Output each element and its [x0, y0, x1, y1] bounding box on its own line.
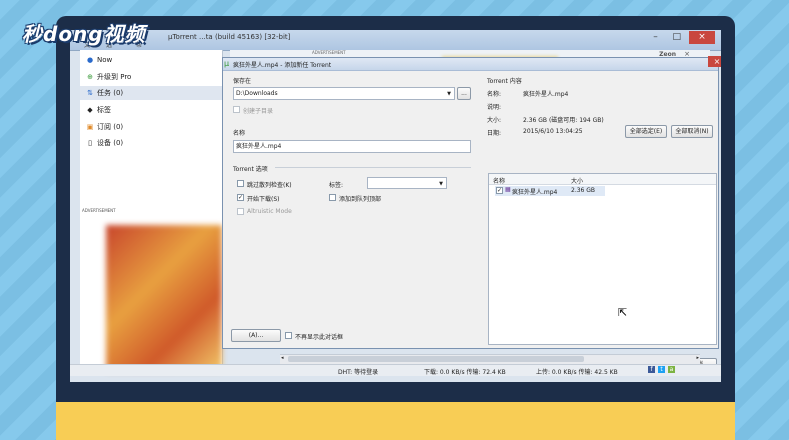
- sidebar: ● Now ⊕ 升级到 Pro ⇅ 任务 (0) ◆ 标签 ▣ 订阅 (0) ▯ 设备 (0…: [80, 50, 223, 371]
- utorrent-icon: µ: [224, 59, 230, 68]
- file-list: 名称 大小 ✓ ▦ 疯狂外星人.mp4 2.36 GB: [488, 173, 717, 345]
- chevron-down-icon: ▼: [447, 91, 451, 97]
- top-ad-label: ADVERTISEMENT: [312, 50, 346, 55]
- info-name-value: 疯狂外星人.mp4: [523, 91, 569, 98]
- upload-status: 上传: 0.0 KB/s 传输: 42.5 KB: [536, 369, 618, 376]
- info-name-key: 名称:: [487, 91, 502, 98]
- no-show-label: 不再显示此对话框: [295, 334, 344, 341]
- file-list-header: 名称 大小: [489, 174, 716, 185]
- tag-select[interactable]: ▼: [367, 177, 447, 189]
- maximize-button[interactable]: □: [668, 31, 686, 44]
- save-in-label: 保存在: [233, 78, 252, 85]
- file-row[interactable]: ✓ ▦ 疯狂外星人.mp4 2.36 GB: [495, 186, 605, 196]
- advanced-button[interactable]: (A)...: [231, 329, 281, 342]
- file-size: 2.36 GB: [571, 187, 596, 194]
- info-size-key: 大小:: [487, 117, 502, 124]
- twitter-icon[interactable]: t: [658, 366, 665, 373]
- start-download-label: 开始下载(S): [247, 196, 280, 203]
- options-divider: [275, 167, 471, 168]
- skip-hash-checkbox[interactable]: [237, 180, 244, 187]
- name-label: 名称: [233, 130, 246, 137]
- info-desc-key: 说明:: [487, 104, 502, 111]
- add-to-top-checkbox[interactable]: [329, 194, 336, 201]
- sidebar-item-tags[interactable]: ◆ 标签: [86, 103, 111, 117]
- dot-icon: ●: [86, 56, 94, 64]
- select-all-button[interactable]: 全部选定(E): [625, 125, 667, 138]
- create-subdir-checkbox[interactable]: [233, 106, 240, 113]
- download-status: 下载: 0.0 KB/s 传输: 72.4 KB: [424, 369, 506, 376]
- minimize-button[interactable]: –: [647, 31, 665, 44]
- altruistic-checkbox[interactable]: [237, 208, 244, 215]
- window-controls: – □ ×: [646, 31, 715, 44]
- sidebar-item-rss[interactable]: ▣ 订阅 (0): [86, 120, 123, 134]
- file-checkbox[interactable]: ✓: [496, 187, 503, 194]
- browse-button[interactable]: ...: [457, 87, 471, 100]
- save-path-select[interactable]: D:\Downloads ▼: [233, 87, 455, 100]
- deselect-all-button[interactable]: 全部取消(N): [671, 125, 713, 138]
- window-title: µTorrent ...ta (build 45163) [32-bit]: [168, 33, 291, 41]
- dialog-title: 疯狂外星人.mp4 - 添加新任 Torrent: [233, 62, 332, 69]
- device-icon: ▯: [88, 139, 92, 147]
- mouse-cursor-icon: ⇱: [618, 306, 628, 319]
- info-date-value: 2015/6/10 13:04:25: [523, 128, 583, 135]
- video-file-icon: ▦: [505, 186, 511, 193]
- sidebar-ad-label: ADVERTISEMENT: [82, 208, 116, 213]
- name-input[interactable]: 疯狂外星人.mp4: [233, 140, 471, 153]
- scroll-left-icon[interactable]: ◂: [281, 355, 284, 361]
- upgrade-icon: ⊕: [87, 73, 93, 81]
- facebook-icon[interactable]: f: [648, 366, 655, 373]
- altruistic-label: Altruistic Mode: [247, 208, 292, 215]
- column-name[interactable]: 名称: [493, 176, 505, 185]
- skip-hash-label: 跳过散列检查(K): [247, 182, 292, 189]
- dht-status: DHT: 等待登录: [338, 369, 379, 376]
- laptop-base: [56, 402, 735, 440]
- file-name: 疯狂外星人.mp4: [512, 189, 558, 196]
- scroll-right-icon[interactable]: ▸: [696, 355, 699, 361]
- sidebar-ad-image[interactable]: [106, 225, 222, 371]
- status-bar: DHT: 等待登录 下载: 0.0 KB/s 传输: 72.4 KB 上传: 0…: [70, 364, 721, 376]
- dialog-title-bar: µ 疯狂外星人.mp4 - 添加新任 Torrent ×: [223, 56, 721, 71]
- no-show-checkbox[interactable]: [285, 332, 292, 339]
- title-bar: µTorrent ...ta (build 45163) [32-bit] – …: [70, 30, 721, 65]
- start-download-checkbox[interactable]: ✓: [237, 194, 244, 201]
- android-icon[interactable]: a: [668, 366, 675, 373]
- chevron-down-icon: ▼: [439, 181, 443, 187]
- scroll-thumb[interactable]: [288, 356, 584, 362]
- sidebar-item-devices[interactable]: ▯ 设备 (0): [86, 136, 123, 150]
- tag-icon: ◆: [87, 106, 93, 114]
- close-button[interactable]: ×: [689, 31, 715, 44]
- column-size[interactable]: 大小: [571, 176, 583, 185]
- torrent-content-label: Torrent 内容: [487, 78, 522, 85]
- watermark-logo: 秒dong视频: [22, 22, 146, 46]
- add-torrent-dialog: µ 疯狂外星人.mp4 - 添加新任 Torrent × 保存在 D:\Down…: [222, 56, 721, 372]
- tag-label: 标签:: [329, 182, 344, 189]
- torrent-options-label: Torrent 选项: [233, 166, 268, 173]
- screen: µTorrent ...ta (build 45163) [32-bit] – …: [70, 30, 721, 382]
- sidebar-item-tasks[interactable]: ⇅ 任务 (0): [80, 86, 222, 100]
- info-date-key: 日期:: [487, 130, 502, 137]
- sidebar-item-upgrade[interactable]: ⊕ 升级到 Pro: [86, 70, 131, 84]
- horizontal-scrollbar[interactable]: ◂ ▸: [280, 354, 700, 364]
- create-subdir-label: 创建子目录: [243, 108, 274, 115]
- dialog-close-button[interactable]: ×: [708, 56, 721, 67]
- info-size-value: 2.36 GB (磁盘可用: 194 GB): [523, 117, 604, 124]
- sidebar-item-now[interactable]: ● Now: [86, 53, 112, 67]
- tasks-icon: ⇅: [87, 89, 93, 97]
- rss-icon: ▣: [86, 123, 94, 131]
- add-to-top-label: 添加到队列顶部: [339, 196, 382, 203]
